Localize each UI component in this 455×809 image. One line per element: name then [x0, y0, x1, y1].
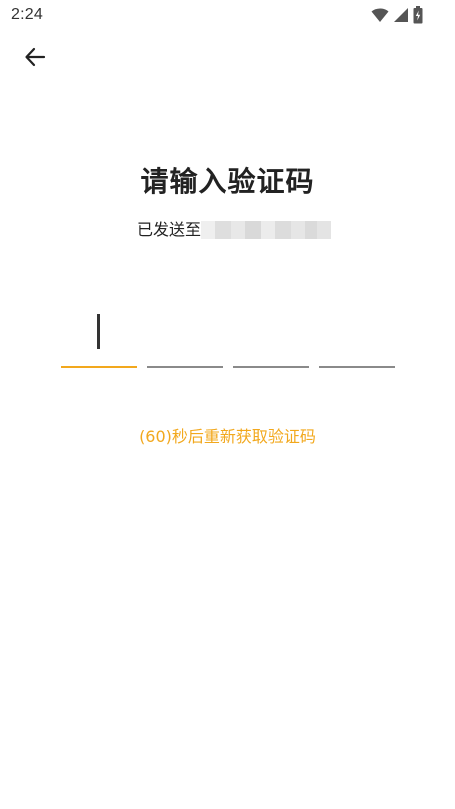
signal-icon — [393, 7, 409, 23]
battery-icon — [413, 6, 423, 24]
code-input-3[interactable] — [233, 306, 309, 368]
sent-to-label: 已发送至 — [137, 220, 202, 239]
text-caret — [97, 314, 100, 349]
code-underline — [61, 366, 137, 368]
status-time: 2:24 — [11, 6, 43, 23]
code-input-2[interactable] — [147, 306, 223, 368]
arrow-left-icon — [23, 45, 47, 73]
sent-to-row: 已发送至 — [137, 214, 332, 242]
code-input-4[interactable] — [319, 306, 395, 368]
code-underline — [233, 366, 309, 368]
status-bar: 2:24 — [0, 0, 455, 30]
resend-code-link[interactable]: (60)秒后重新获取验证码 — [0, 423, 455, 447]
back-button[interactable] — [18, 42, 52, 76]
code-underline — [147, 366, 223, 368]
code-input-1[interactable] — [61, 306, 137, 368]
wifi-icon — [371, 7, 389, 23]
code-underline — [319, 366, 395, 368]
status-icons — [371, 6, 423, 24]
masked-phone-number — [201, 221, 332, 239]
page-title: 请输入验证码 — [140, 165, 315, 198]
